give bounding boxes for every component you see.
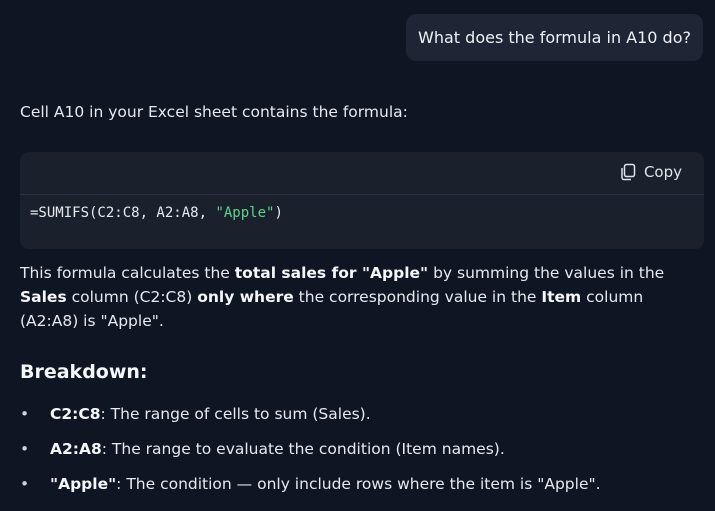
explanation-text-1: This formula calculates the	[20, 264, 235, 282]
breakdown-heading: Breakdown:	[20, 361, 148, 383]
code-block: Copy =SUMIFS(C2:C8, A2:A8, "Apple")	[20, 152, 704, 249]
code-string-literal: "Apple"	[215, 205, 275, 221]
user-message-bubble: What does the formula in A10 do?	[406, 14, 703, 61]
explanation-paragraph: This formula calculates the total sales …	[20, 261, 700, 333]
code-line: =SUMIFS(C2:C8, A2:A8, "Apple")	[30, 205, 283, 221]
list-item-term: C2:C8	[50, 404, 101, 423]
list-item-term: "Apple"	[50, 474, 117, 493]
list-item: • C2:C8: The range of cells to sum (Sale…	[20, 396, 601, 431]
list-item: • A2:A8: The range to evaluate the condi…	[20, 431, 601, 466]
bullet-icon: •	[20, 439, 30, 458]
bullet-icon: •	[20, 404, 30, 423]
list-item-term: A2:A8	[50, 439, 102, 458]
list-item-text: : The range to evaluate the condition (I…	[101, 439, 505, 458]
explanation-bold-1: total sales for "Apple"	[234, 264, 429, 282]
breakdown-list: • C2:C8: The range of cells to sum (Sale…	[20, 396, 601, 501]
copy-button[interactable]: Copy	[618, 162, 682, 182]
explanation-bold-4: Item	[541, 288, 582, 306]
explanation-bold-2: Sales	[20, 288, 67, 306]
code-block-header: Copy	[20, 152, 704, 195]
copy-icon	[618, 162, 638, 182]
explanation-text-3: column (C2:C8)	[66, 288, 198, 306]
list-item-text: : The condition — only include rows wher…	[116, 474, 601, 493]
list-item: • "Apple": The condition — only include …	[20, 466, 601, 501]
code-text-suffix: )	[274, 205, 283, 221]
list-item-text: : The range of cells to sum (Sales).	[100, 404, 371, 423]
code-text: =SUMIFS(C2:C8, A2:A8,	[30, 205, 216, 221]
explanation-bold-3: only where	[197, 288, 294, 306]
bullet-icon: •	[20, 474, 30, 493]
explanation-text-4: the corresponding value in the	[293, 288, 542, 306]
chat-view: What does the formula in A10 do? Cell A1…	[0, 0, 715, 511]
user-message-text: What does the formula in A10 do?	[418, 28, 691, 47]
explanation-text-2: by summing the values in the	[428, 264, 665, 282]
copy-label: Copy	[643, 163, 682, 181]
response-intro: Cell A10 in your Excel sheet contains th…	[20, 103, 408, 121]
